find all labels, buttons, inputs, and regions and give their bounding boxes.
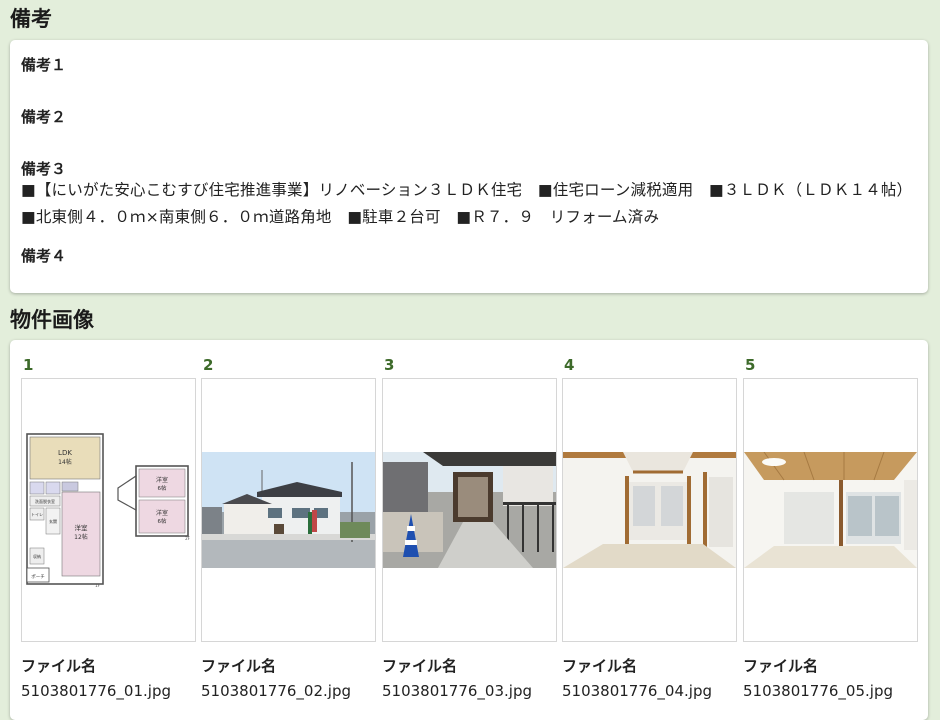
file-name-value: 5103801776_04.jpg	[562, 682, 712, 700]
floorplan-entrance-label: 玄関	[49, 518, 57, 524]
floorplan-room-a-size: 12帖	[74, 533, 88, 541]
floorplan-room-b-size: 6帖	[158, 484, 167, 492]
photo-index: 2	[203, 356, 214, 374]
photo-item-5[interactable]: 5 ファイル名 5103801776_05.jpg	[743, 352, 918, 700]
floorplan-room-a-label: 洋室	[75, 523, 89, 532]
photo-index: 3	[384, 356, 395, 374]
floorplan-image[interactable]: LDK 14帖 洋室 12帖 洗面脱衣室 トイレ 玄関 収納 ポーチ 1F 洋室…	[21, 378, 196, 642]
remark-4-label: 備考４	[21, 247, 67, 265]
floorplan-toilet-label: トイレ	[31, 512, 43, 517]
images-section-title: 物件画像	[10, 308, 94, 332]
photo-item-4[interactable]: 4 ファイル名 5103801776_04.jpg	[562, 352, 737, 700]
file-name-value: 5103801776_05.jpg	[743, 682, 893, 700]
floorplan-room-c-size: 6帖	[158, 517, 167, 525]
file-name-label: ファイル名	[743, 657, 819, 675]
floorplan-1f-label: 1F	[95, 583, 101, 588]
remarks-card: 備考１ 備考２ 備考３ ■【にいがた安心こむすび住宅推進事業】リノベーション３Ｌ…	[10, 40, 928, 293]
photo-item-2[interactable]: 2 ファイル名 5103801776_02.jpg	[201, 352, 376, 700]
remark-3-text: ■【にいがた安心こむすび住宅推進事業】リノベーション３ＬＤＫ住宅 ■住宅ローン減…	[21, 181, 905, 226]
photo-item-1[interactable]: 1 LDK 14帖 洋室 12帖 洗面脱衣室 トイレ 玄関 収納 ポーチ 1F …	[21, 352, 196, 700]
file-name-label: ファイル名	[201, 657, 277, 675]
photo-index: 4	[564, 356, 575, 374]
exterior-photo[interactable]	[201, 378, 376, 642]
entrance-photo[interactable]	[382, 378, 557, 642]
floorplan-ldk-label: LDK	[58, 449, 72, 457]
floorplan-ldk-size: 14帖	[58, 458, 72, 466]
remark-3-label: 備考３	[21, 160, 67, 178]
file-name-label: ファイル名	[382, 657, 458, 675]
images-card: 1 LDK 14帖 洋室 12帖 洗面脱衣室 トイレ 玄関 収納 ポーチ 1F …	[10, 340, 928, 720]
remark-1-label: 備考１	[21, 56, 67, 74]
file-name-value: 5103801776_02.jpg	[201, 682, 351, 700]
floorplan-wash-label: 洗面脱衣室	[35, 498, 55, 504]
floorplan-2f-label: 2F	[185, 536, 191, 541]
floorplan-room-b-label: 洋室	[156, 476, 168, 484]
file-name-label: ファイル名	[21, 657, 97, 675]
photo-index: 1	[23, 356, 34, 374]
file-name-value: 5103801776_03.jpg	[382, 682, 532, 700]
photo-item-3[interactable]: 3 ファイル名 5103801776_03.jpg	[382, 352, 557, 700]
room-photo[interactable]	[562, 378, 737, 642]
floorplan-storage-label: 収納	[33, 553, 41, 559]
remarks-section-title: 備考	[10, 7, 52, 31]
photo-index: 5	[745, 356, 756, 374]
living-room-photo[interactable]	[743, 378, 918, 642]
floorplan-room-c-label: 洋室	[156, 509, 168, 517]
floorplan-porch-label: ポーチ	[31, 573, 45, 580]
remark-2-label: 備考２	[21, 108, 67, 126]
file-name-label: ファイル名	[562, 657, 638, 675]
file-name-value: 5103801776_01.jpg	[21, 682, 171, 700]
